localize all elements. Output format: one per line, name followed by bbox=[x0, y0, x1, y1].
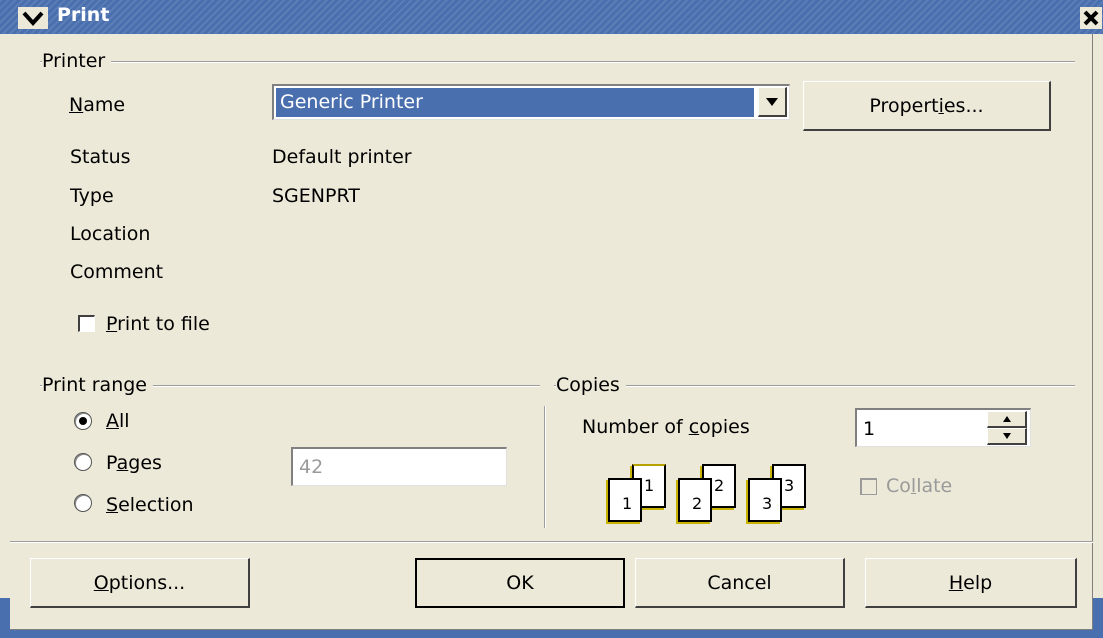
copies-group-line bbox=[554, 385, 1075, 387]
page-number-front: 1 bbox=[622, 494, 633, 513]
arrow-up-icon bbox=[1002, 416, 1011, 422]
ok-button[interactable]: OK bbox=[415, 558, 625, 608]
arrow-down-icon bbox=[1002, 433, 1011, 439]
page-number-back: 3 bbox=[784, 476, 795, 495]
printer-name-dropdown[interactable]: Generic Printer bbox=[272, 84, 790, 120]
pages-input-value: 42 bbox=[299, 456, 324, 478]
printer-group-line bbox=[40, 61, 1075, 63]
collate-checkbox[interactable] bbox=[860, 478, 877, 495]
spin-down-button[interactable] bbox=[987, 428, 1027, 445]
location-label: Location bbox=[70, 223, 151, 245]
status-label: Status bbox=[70, 146, 131, 168]
radio-selection[interactable] bbox=[74, 494, 92, 512]
collate-illustration: 1 1 2 2 3 3 bbox=[608, 464, 828, 534]
radio-all-label[interactable]: All bbox=[106, 410, 130, 432]
options-button[interactable]: Options... bbox=[30, 558, 250, 608]
type-value: SGENPRT bbox=[272, 185, 360, 207]
copies-separator bbox=[544, 406, 546, 528]
copies-spin-field[interactable]: 1 bbox=[855, 408, 1031, 447]
cancel-button[interactable]: Cancel bbox=[635, 558, 845, 608]
properties-button[interactable]: Properties... bbox=[803, 81, 1051, 131]
dropdown-arrow-button[interactable] bbox=[758, 87, 787, 117]
window-title: Print bbox=[57, 4, 110, 26]
printer-group-label: Printer bbox=[42, 50, 112, 72]
options-button-label: Options... bbox=[93, 571, 186, 594]
number-of-copies-label: Number of copies bbox=[582, 416, 750, 438]
cancel-button-label: Cancel bbox=[707, 571, 772, 594]
page-number-back: 1 bbox=[644, 476, 655, 495]
comment-label: Comment bbox=[70, 261, 164, 283]
radio-pages[interactable] bbox=[74, 453, 92, 471]
print-dialog: Printer Name Generic Printer Properties.… bbox=[10, 34, 1093, 630]
ok-button-label: OK bbox=[506, 572, 534, 594]
copies-group-label: Copies bbox=[556, 374, 626, 396]
title-bar[interactable]: Print bbox=[0, 0, 1103, 34]
window-menu-icon[interactable] bbox=[18, 7, 48, 29]
radio-selection-label[interactable]: Selection bbox=[106, 494, 194, 516]
close-icon[interactable] bbox=[1080, 7, 1102, 29]
radio-all[interactable] bbox=[74, 412, 92, 430]
copies-value: 1 bbox=[863, 418, 876, 440]
printer-name-value: Generic Printer bbox=[280, 91, 423, 113]
type-label: Type bbox=[70, 185, 114, 207]
help-button-label: Help bbox=[948, 571, 993, 594]
print-to-file-label[interactable]: Print to file bbox=[106, 313, 210, 335]
status-value: Default printer bbox=[272, 146, 412, 168]
spin-up-button[interactable] bbox=[987, 411, 1027, 428]
page-number-front: 2 bbox=[692, 494, 703, 513]
page-number-back: 2 bbox=[714, 476, 725, 495]
buttons-separator bbox=[10, 541, 1093, 543]
name-label: Name bbox=[69, 94, 126, 116]
chevron-down-icon bbox=[766, 97, 778, 106]
help-button[interactable]: Help bbox=[865, 558, 1077, 608]
properties-button-label: Properties... bbox=[869, 94, 984, 117]
print-range-group-label: Print range bbox=[42, 374, 153, 396]
pages-input[interactable]: 42 bbox=[291, 447, 507, 486]
print-to-file-checkbox[interactable] bbox=[78, 315, 95, 332]
collate-label[interactable]: Collate bbox=[886, 475, 952, 497]
page-number-front: 3 bbox=[762, 494, 773, 513]
radio-pages-label[interactable]: Pages bbox=[106, 452, 162, 474]
